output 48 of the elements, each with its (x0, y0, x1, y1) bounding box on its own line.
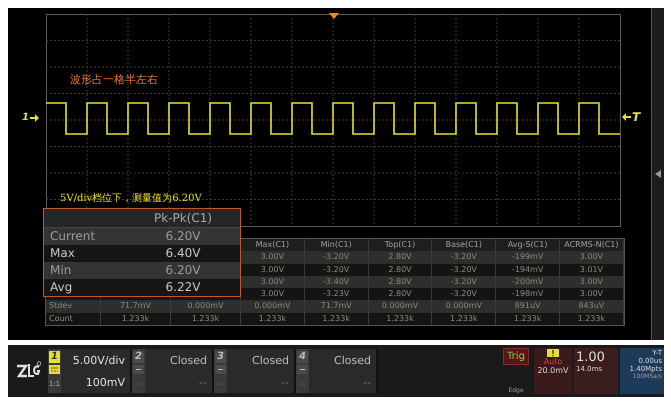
table-cell: 1.233k (368, 312, 432, 326)
row-label: Count (46, 312, 101, 326)
table-cell: 1.233k (241, 312, 305, 326)
channel-marker: 1 (22, 112, 29, 123)
coupling-icon (133, 365, 144, 374)
channel-scale: Closed (252, 354, 289, 366)
channel-scale: Closed (334, 354, 371, 366)
channel-scale: 5.00V/div (72, 354, 125, 366)
trigger-mode: Auto (544, 357, 562, 366)
table-cell: 1.233k (171, 312, 241, 326)
warning-icon (547, 349, 559, 357)
annotation-text: 5V/div档位下，测量值为6.20V (60, 192, 202, 205)
table-cell: 1.233k (432, 312, 496, 326)
stat-label: Current (49, 228, 96, 245)
timebase-scale: 1.00 (576, 350, 606, 365)
trigger-position-icon (329, 13, 339, 19)
arrow-right-icon (30, 114, 39, 122)
stat-value: 6.22V (164, 279, 202, 296)
table-cell: 1.233k (560, 312, 624, 326)
channel-offset: -- (363, 376, 371, 388)
stat-label: Max (49, 245, 76, 262)
collapse-arrow-icon (655, 170, 661, 178)
annotation-text: 波形占一格半左右 (70, 72, 158, 87)
channel-scale: Closed (170, 354, 207, 366)
channel-offset: -- (281, 376, 289, 388)
channel-number[interactable]: 2 (133, 351, 144, 363)
channel-offset: 100mV (86, 376, 125, 388)
dc-coupling-icon (49, 365, 60, 374)
stat-label: Min (49, 262, 72, 279)
channel-number[interactable]: 1 (49, 351, 60, 363)
coupling-icon (215, 365, 226, 374)
table-cell: 1.233k (101, 312, 171, 326)
coupling-icon (297, 365, 308, 374)
channel-number[interactable]: 4 (297, 351, 308, 363)
table-cell: 1.233k (496, 312, 560, 326)
popup-title: Pk-Pk(C1) (152, 210, 214, 227)
side-panel-tab[interactable] (651, 8, 664, 340)
table-cell: 1.233k (304, 312, 369, 326)
trigger-status[interactable]: Trig (503, 348, 529, 365)
stat-value: 6.20V (164, 228, 202, 245)
trigger-marker: T (632, 110, 640, 124)
stat-value: 6.40V (164, 245, 202, 262)
channel-offset: -- (199, 376, 207, 388)
arrow-left-icon (622, 113, 631, 121)
stat-label: Avg (49, 279, 74, 296)
trigger-level: 20.0mV (537, 366, 569, 375)
stat-value: 6.20V (164, 262, 202, 279)
channel-number[interactable]: 3 (215, 351, 226, 363)
